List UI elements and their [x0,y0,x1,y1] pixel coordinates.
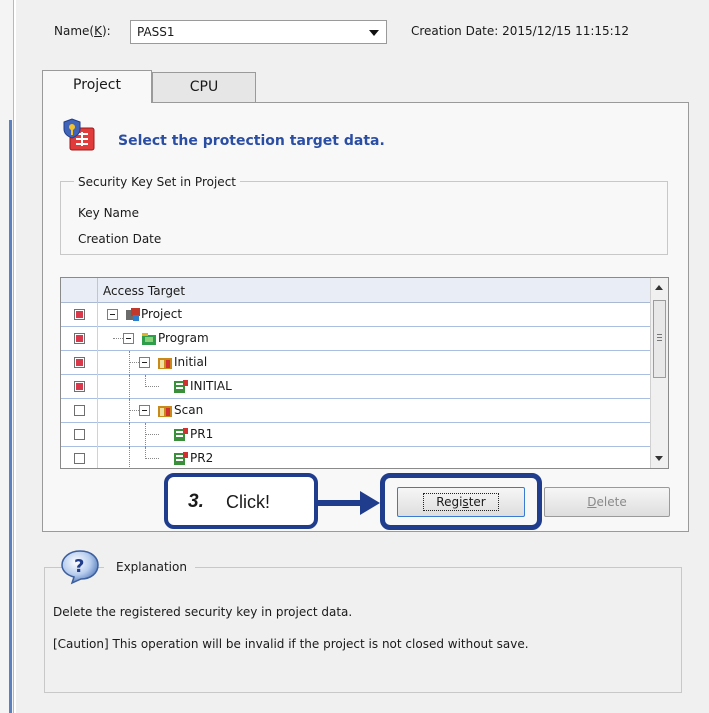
access-target-column-header: Access Target [103,284,186,298]
tab-cpu[interactable]: CPU [152,72,256,102]
delete-button[interactable]: Delete [544,487,670,517]
checkbox[interactable] [74,453,85,464]
project-icon [126,308,140,321]
name-dropdown-value: PASS1 [137,25,175,39]
program-file-icon [174,452,188,465]
program-type-icon [158,358,172,369]
collapse-icon[interactable] [139,405,150,416]
tree-row-initial[interactable]: Initial [61,351,651,375]
security-key-legend: Security Key Set in Project [74,175,240,189]
scroll-down-arrow-icon[interactable] [655,456,663,461]
tree-item-label: Project [141,307,183,321]
scrollbar-thumb[interactable] [653,300,666,378]
tree-item-label: Program [158,331,209,345]
tree-item-label: PR1 [190,427,214,441]
window-left-edge [0,0,14,713]
instruction-callout: 3. Click! [164,473,318,529]
svg-text:?: ? [74,556,84,577]
tree-item-label: Initial [174,355,208,369]
question-icon: ? [61,550,99,585]
collapse-icon[interactable] [123,333,134,344]
creation-date-text: Creation Date: 2015/12/15 11:15:12 [411,24,629,38]
program-file-icon [174,380,188,393]
chevron-down-icon[interactable] [369,30,379,36]
tree-row-pr2[interactable]: PR2 [61,447,651,468]
name-label: Name(K): [54,24,111,38]
key-creation-date-label: Creation Date [78,232,162,246]
program-file-icon [174,428,188,441]
scroll-up-arrow-icon[interactable] [655,285,663,290]
program-type-icon [158,406,172,417]
tree-item-label: INITIAL [190,379,232,393]
explanation-legend: Explanation [104,560,195,574]
name-dropdown[interactable]: PASS1 [130,20,387,44]
checkbox[interactable] [74,333,85,344]
checkbox[interactable] [74,381,85,392]
tree-row-program[interactable]: Program [61,327,651,351]
explanation-text: Delete the registered security key in pr… [53,605,353,619]
register-highlight-frame [380,473,542,530]
checkbox[interactable] [74,405,85,416]
tree-header: Access Target [61,278,651,303]
access-target-tree[interactable]: Access Target Project Program Initial IN… [60,277,669,469]
program-folder-icon [142,333,156,345]
security-key-icon [63,118,95,151]
arrow-right-icon [318,491,380,515]
explanation-group [44,567,682,693]
checkbox[interactable] [74,309,85,320]
tab-project[interactable]: Project [42,70,152,103]
callout-text: Click! [226,492,270,512]
tree-row-pr1[interactable]: PR1 [61,423,651,447]
tree-row-project[interactable]: Project [61,303,651,327]
explanation-caution-text: [Caution] This operation will be invalid… [53,637,529,651]
collapse-icon[interactable] [107,309,118,320]
checkbox[interactable] [74,357,85,368]
tree-row-scan[interactable]: Scan [61,399,651,423]
protection-title: Select the protection target data. [118,133,385,149]
tree-item-label: Scan [174,403,204,417]
callout-step-number: 3. [188,491,204,512]
checkbox[interactable] [74,429,85,440]
tree-scrollbar[interactable] [650,278,668,468]
collapse-icon[interactable] [139,357,150,368]
tree-item-label: PR2 [190,451,214,465]
key-name-label: Key Name [78,206,139,220]
tree-row-initial-program[interactable]: INITIAL [61,375,651,399]
